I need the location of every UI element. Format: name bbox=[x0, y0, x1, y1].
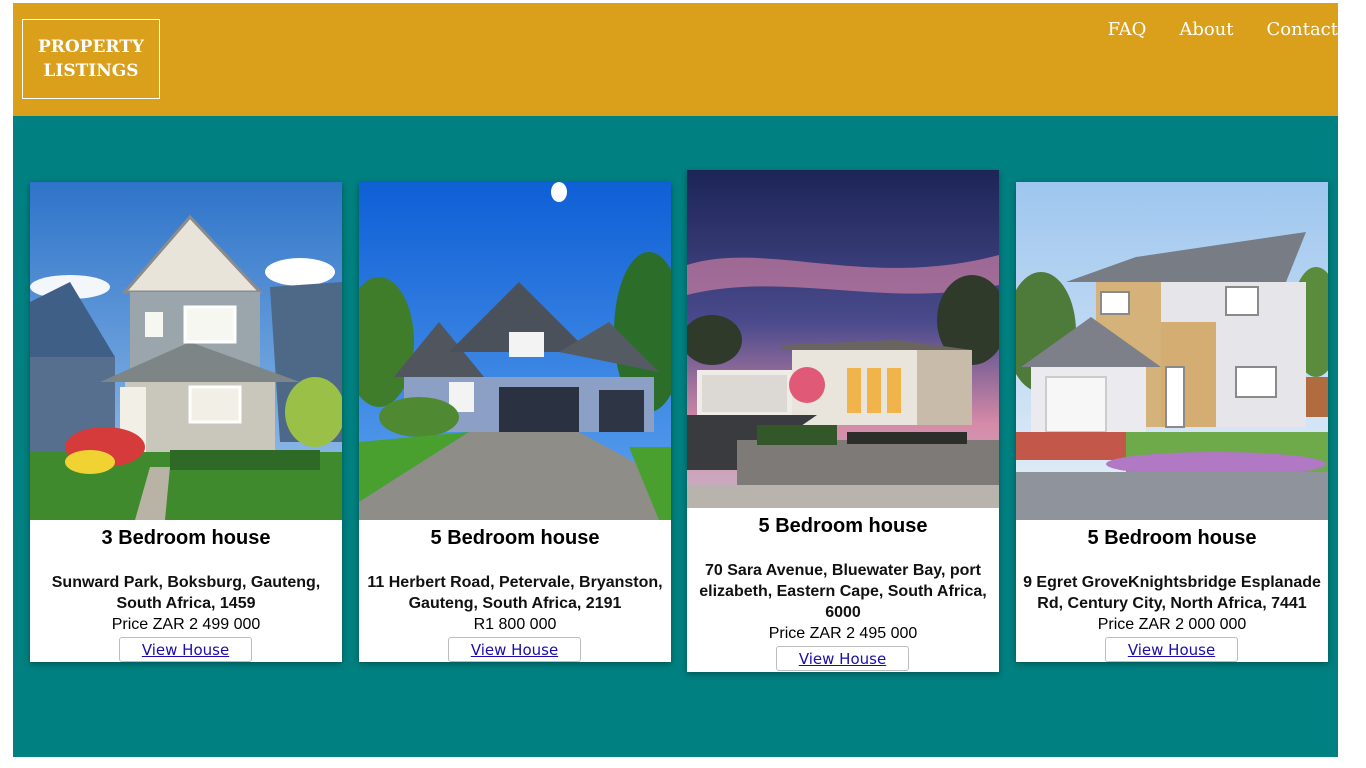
listing-card[interactable]: 5 Bedroom house 70 Sara Avenue, Bluewate… bbox=[687, 170, 999, 672]
listing-address: 70 Sara Avenue, Bluewater Bay, port eliz… bbox=[699, 562, 987, 621]
view-house-button[interactable]: View House bbox=[119, 637, 252, 662]
nav-faq-link[interactable]: FAQ bbox=[1108, 19, 1147, 40]
listing-price: Price ZAR 2 499 000 bbox=[111, 616, 261, 633]
view-house-button[interactable]: View House bbox=[1105, 637, 1238, 662]
listing-address: 11 Herbert Road, Petervale, Bryanston, G… bbox=[367, 574, 663, 612]
listing-price: R1 800 000 bbox=[473, 616, 557, 633]
listing-address: Sunward Park, Boksburg, Gauteng, South A… bbox=[51, 574, 321, 612]
listing-title: 3 Bedroom house bbox=[101, 527, 271, 549]
header-bar: PROPERTY LISTINGS FAQ About Contact bbox=[13, 3, 1338, 116]
listing-title: 5 Bedroom house bbox=[430, 527, 600, 549]
listing-title: 5 Bedroom house bbox=[1087, 527, 1257, 549]
page-background: PROPERTY LISTINGS FAQ About Contact 3 Be… bbox=[13, 3, 1338, 757]
brick-house-with-garage-photo bbox=[1016, 182, 1328, 520]
view-house-button[interactable]: View House bbox=[776, 646, 909, 671]
logo-line-1: PROPERTY bbox=[37, 37, 145, 57]
main-nav: FAQ About Contact bbox=[1075, 19, 1338, 40]
listing-card[interactable]: 5 Bedroom house 11 Herbert Road, Peterva… bbox=[359, 182, 671, 662]
nav-contact-link[interactable]: Contact bbox=[1267, 19, 1338, 40]
view-house-button[interactable]: View House bbox=[448, 637, 581, 662]
listing-price: Price ZAR 2 000 000 bbox=[1097, 616, 1247, 633]
listing-title: 5 Bedroom house bbox=[758, 515, 928, 537]
listing-address: 9 Egret GroveKnightsbridge Esplanade Rd,… bbox=[1023, 574, 1321, 612]
modern-house-at-dusk-photo bbox=[687, 170, 999, 508]
nav-about-link[interactable]: About bbox=[1179, 19, 1233, 40]
house-with-double-garage-photo bbox=[359, 182, 671, 520]
listing-price: Price ZAR 2 495 000 bbox=[768, 625, 918, 642]
listing-card[interactable]: 5 Bedroom house 9 Egret GroveKnightsbrid… bbox=[1016, 182, 1328, 662]
logo-line-2: LISTINGS bbox=[43, 61, 139, 81]
two-storey-house-photo bbox=[30, 182, 342, 520]
site-logo[interactable]: PROPERTY LISTINGS bbox=[22, 19, 160, 99]
listing-card[interactable]: 3 Bedroom house Sunward Park, Boksburg, … bbox=[30, 182, 342, 662]
